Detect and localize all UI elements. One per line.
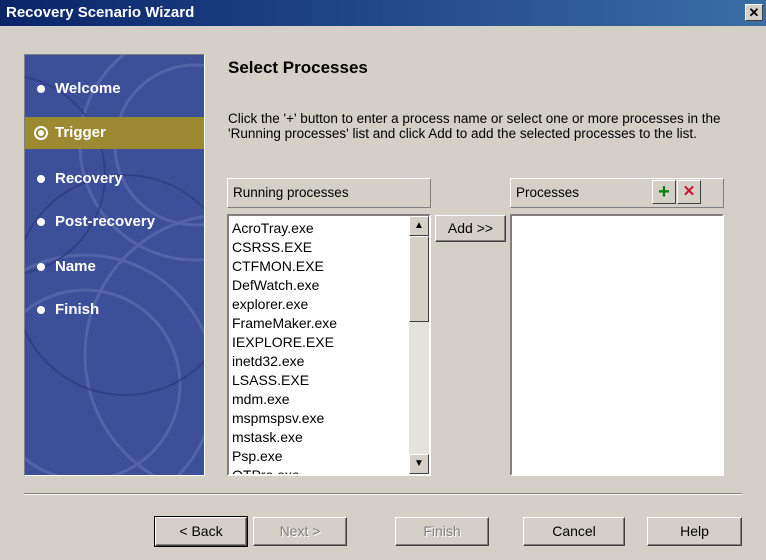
step-name: Name xyxy=(25,251,204,283)
back-button[interactable]: < Back xyxy=(154,516,248,547)
step-label: Recovery xyxy=(55,170,123,187)
step-label: Finish xyxy=(55,301,100,318)
list-items: AcroTray.exe CSRSS.EXE CTFMON.EXE DefWat… xyxy=(229,219,409,474)
scroll-down-arrow-icon[interactable]: ▼ xyxy=(409,454,429,474)
list-item[interactable]: DefWatch.exe xyxy=(229,276,409,295)
list-item[interactable]: CTFMON.EXE xyxy=(229,257,409,276)
list-item[interactable]: mdm.exe xyxy=(229,390,409,409)
running-processes-header: Running processes xyxy=(227,178,431,208)
list-item[interactable]: mspmspsv.exe xyxy=(229,409,409,428)
step-label: Name xyxy=(55,258,96,275)
next-button[interactable]: Next > xyxy=(253,517,347,546)
processes-list[interactable] xyxy=(510,214,724,476)
title-bar: Recovery Scenario Wizard ✕ xyxy=(0,0,766,26)
step-current-radio-icon xyxy=(34,126,48,140)
cancel-button[interactable]: Cancel xyxy=(523,517,625,546)
close-button[interactable]: ✕ xyxy=(745,4,763,21)
step-finish: Finish xyxy=(25,294,204,326)
footer-separator xyxy=(24,493,742,495)
page-title: Select Processes xyxy=(228,58,368,77)
instructions-text: Click the '+' button to enter a process … xyxy=(228,111,721,141)
help-button[interactable]: Help xyxy=(647,517,742,546)
step-label: Trigger xyxy=(55,124,106,141)
list-item[interactable]: mstask.exe xyxy=(229,428,409,447)
list-item[interactable]: IEXPLORE.EXE xyxy=(229,333,409,352)
step-bullet-icon xyxy=(37,306,45,314)
step-trigger: Trigger xyxy=(25,117,204,149)
list-item[interactable]: QTPro.exe xyxy=(229,466,409,474)
window-title: Recovery Scenario Wizard xyxy=(6,4,195,21)
step-welcome: Welcome xyxy=(25,73,204,105)
running-processes-list[interactable]: AcroTray.exe CSRSS.EXE CTFMON.EXE DefWat… xyxy=(227,214,431,476)
vertical-scrollbar[interactable]: ▲ ▼ xyxy=(409,216,429,474)
list-item[interactable]: AcroTray.exe xyxy=(229,219,409,238)
list-item[interactable]: FrameMaker.exe xyxy=(229,314,409,333)
step-recovery: Recovery xyxy=(25,163,204,195)
list-item[interactable]: LSASS.EXE xyxy=(229,371,409,390)
list-item[interactable]: explorer.exe xyxy=(229,295,409,314)
step-post-recovery: Post-recovery xyxy=(25,206,204,238)
list-item[interactable]: Psp.exe xyxy=(229,447,409,466)
add-button[interactable]: Add >> xyxy=(435,215,506,242)
finish-button[interactable]: Finish xyxy=(395,517,489,546)
step-label: Post-recovery xyxy=(55,213,156,230)
step-bullet-icon xyxy=(37,218,45,226)
wizard-steps-sidebar: Welcome Trigger Recovery Post-recovery N… xyxy=(24,54,205,476)
step-bullet-icon xyxy=(37,175,45,183)
step-bullet-icon xyxy=(37,263,45,271)
list-item[interactable]: inetd32.exe xyxy=(229,352,409,371)
list-item[interactable]: CSRSS.EXE xyxy=(229,238,409,257)
scroll-thumb[interactable] xyxy=(409,236,429,322)
remove-process-button[interactable]: ✕ xyxy=(677,180,701,204)
add-process-button[interactable]: + xyxy=(652,180,676,204)
step-label: Welcome xyxy=(55,80,121,97)
scroll-up-arrow-icon[interactable]: ▲ xyxy=(409,216,429,236)
step-bullet-icon xyxy=(37,85,45,93)
